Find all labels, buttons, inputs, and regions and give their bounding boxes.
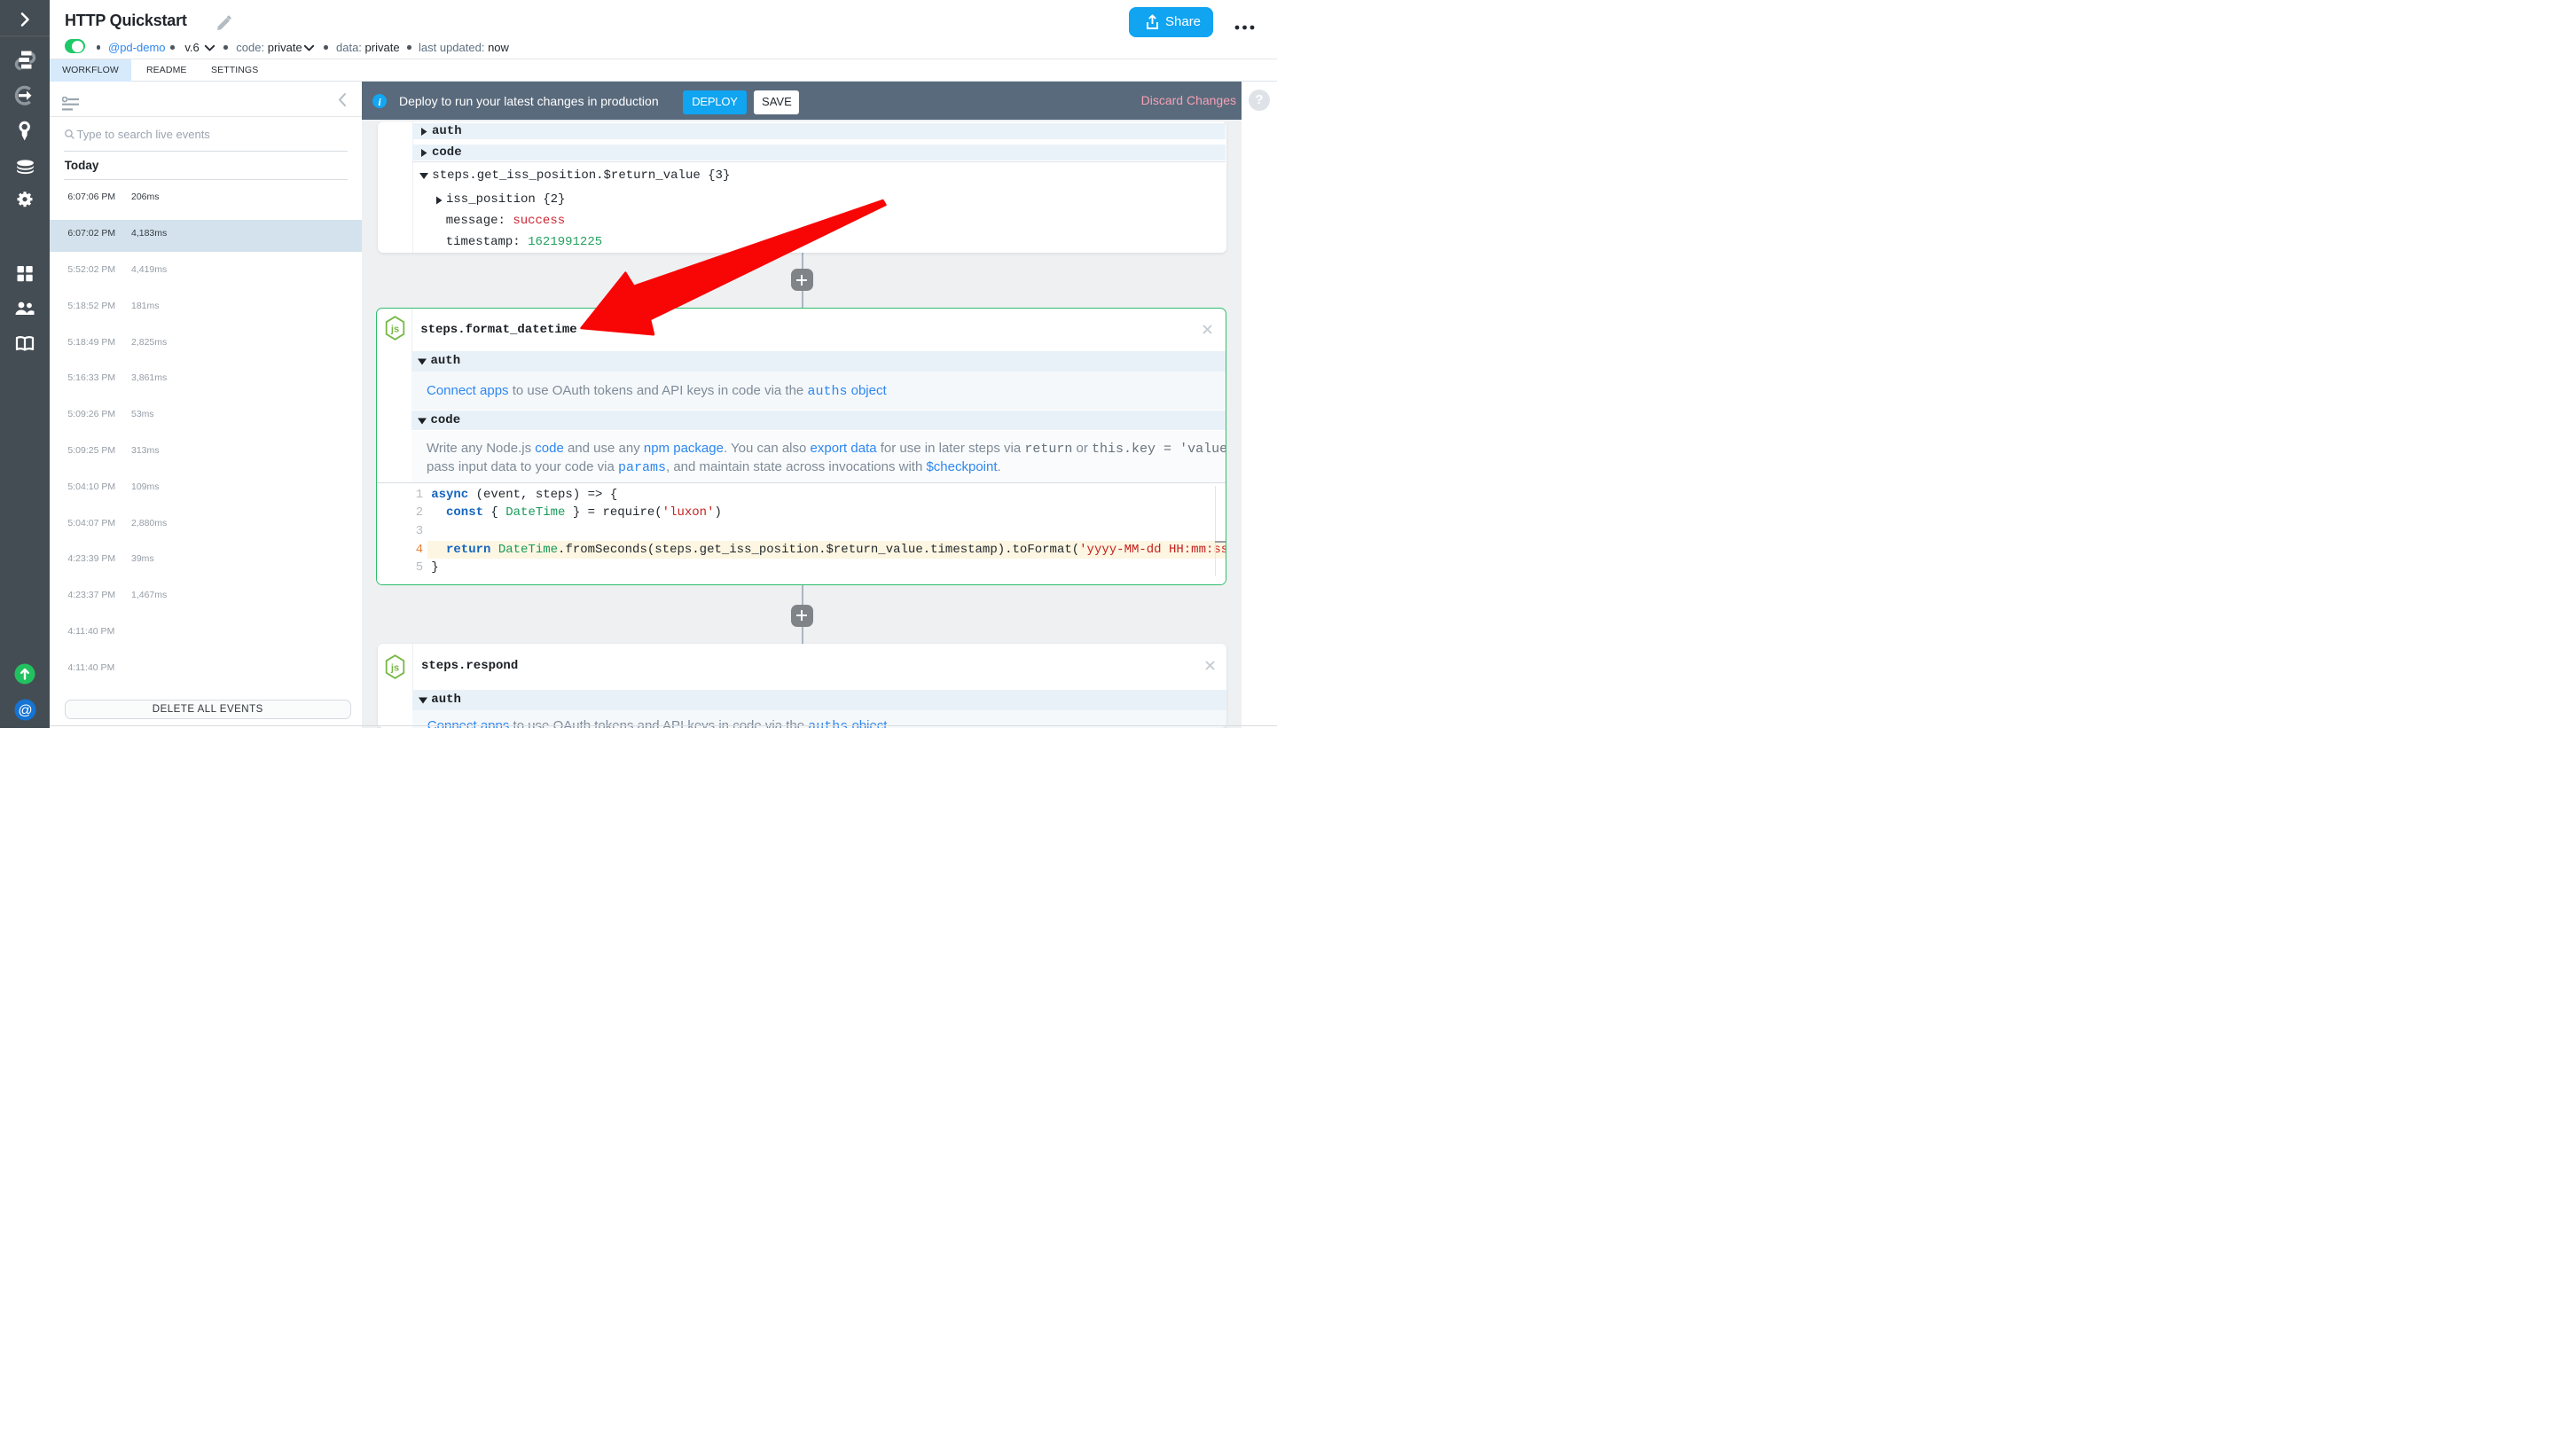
svg-text:@: @ bbox=[18, 703, 32, 718]
svg-text:js: js bbox=[390, 662, 399, 673]
svg-text:js: js bbox=[390, 324, 399, 334]
